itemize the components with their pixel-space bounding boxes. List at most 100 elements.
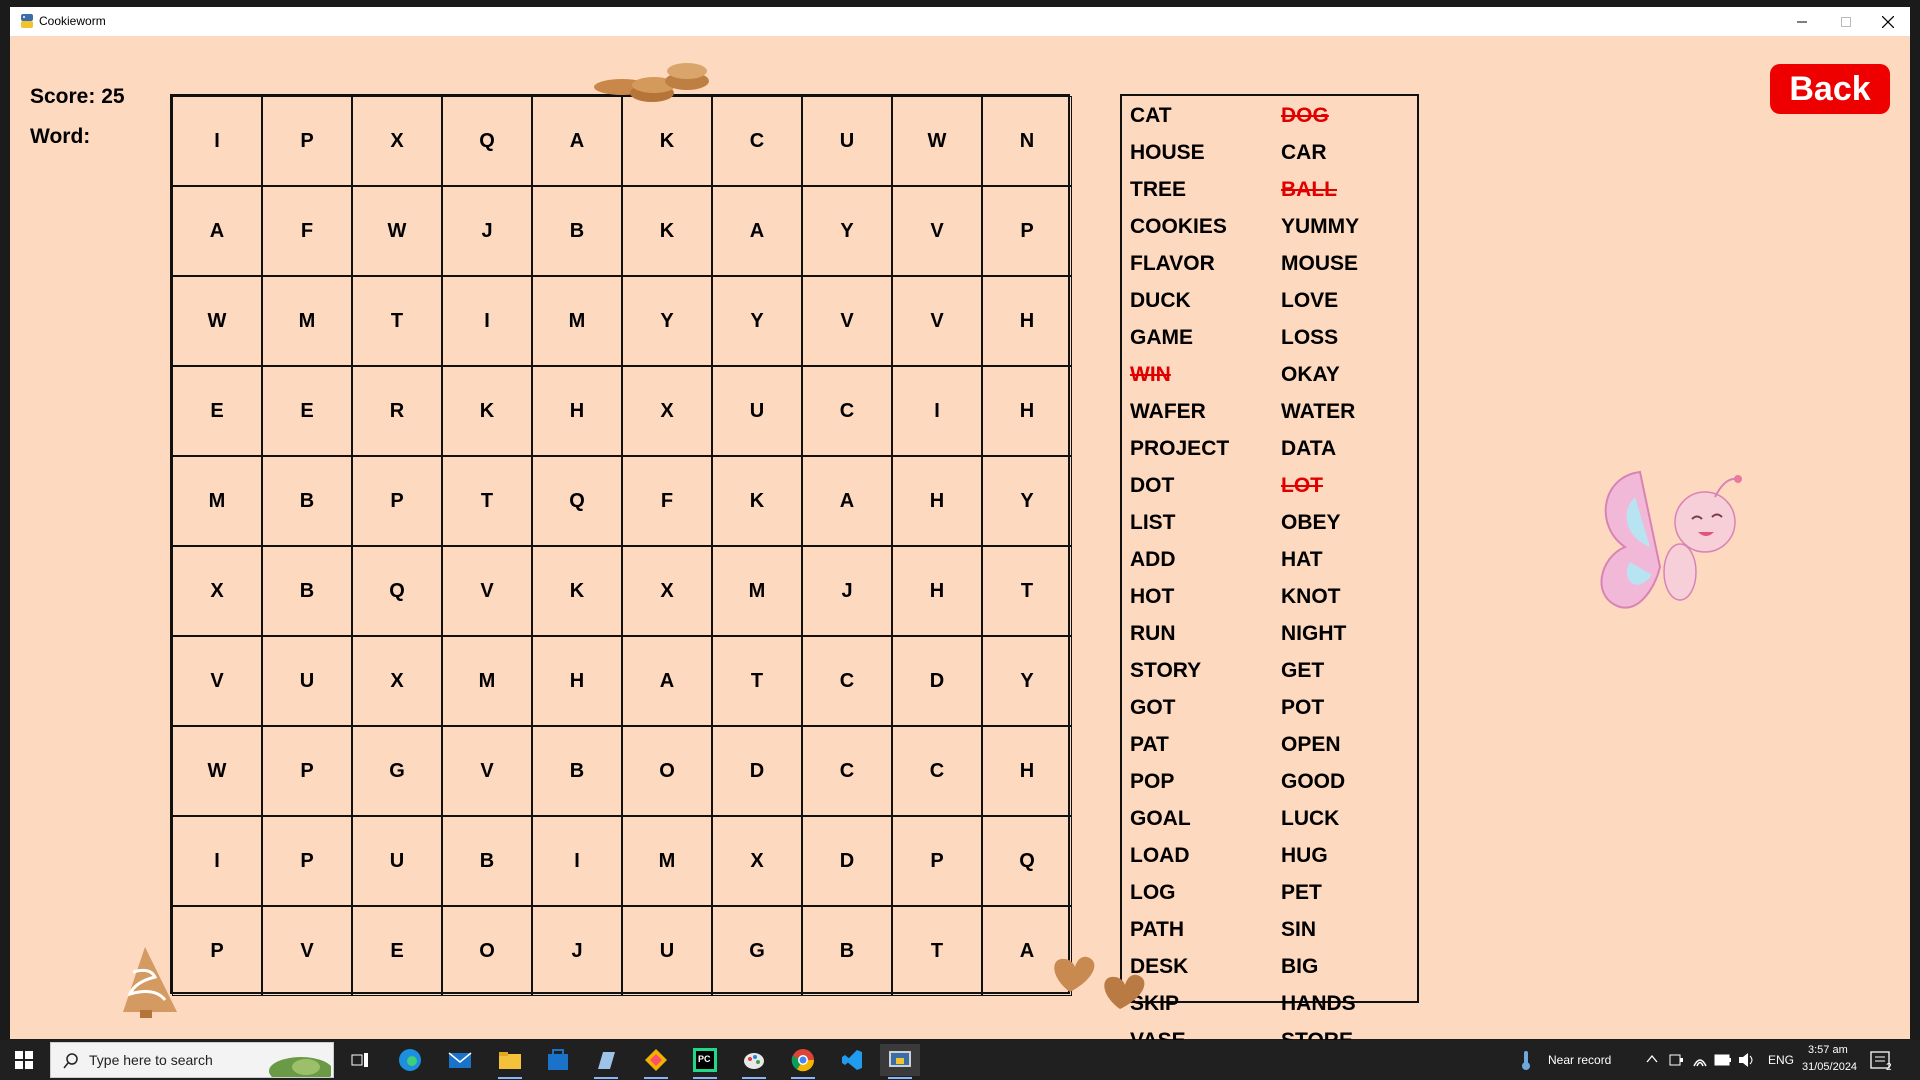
chrome-taskbar-button[interactable] xyxy=(783,1044,823,1079)
grid-cell[interactable]: I xyxy=(532,816,622,906)
grid-cell[interactable]: X xyxy=(622,546,712,636)
meet-now-icon[interactable] xyxy=(1668,1052,1684,1068)
grid-cell[interactable]: X xyxy=(352,96,442,186)
wifi-icon[interactable] xyxy=(1692,1052,1708,1068)
task-view-button[interactable] xyxy=(340,1044,380,1076)
grid-cell[interactable]: H xyxy=(982,276,1072,366)
grid-cell[interactable]: P xyxy=(262,816,352,906)
grid-cell[interactable]: T xyxy=(712,636,802,726)
grid-cell[interactable]: E xyxy=(262,366,352,456)
grid-cell[interactable]: B xyxy=(442,816,532,906)
grid-cell[interactable]: V xyxy=(892,186,982,276)
weather-text[interactable]: Near record xyxy=(1548,1053,1611,1067)
grid-cell[interactable]: Y xyxy=(982,636,1072,726)
grid-cell[interactable]: U xyxy=(802,96,892,186)
grid-cell[interactable]: P xyxy=(352,456,442,546)
grid-cell[interactable]: A xyxy=(172,186,262,276)
grid-cell[interactable]: J xyxy=(442,186,532,276)
grid-cell[interactable]: I xyxy=(172,816,262,906)
grid-cell[interactable]: C xyxy=(802,636,892,726)
chevron-up-icon[interactable] xyxy=(1646,1054,1658,1064)
grid-cell[interactable]: M xyxy=(622,816,712,906)
grid-cell[interactable]: C xyxy=(892,726,982,816)
grid-cell[interactable]: U xyxy=(712,366,802,456)
python-game-taskbar-button[interactable] xyxy=(880,1044,920,1079)
grid-cell[interactable]: U xyxy=(352,816,442,906)
paint-taskbar-button[interactable] xyxy=(734,1044,774,1079)
grid-cell[interactable]: B xyxy=(532,186,622,276)
edge-taskbar-button[interactable] xyxy=(390,1044,430,1076)
grid-cell[interactable]: W xyxy=(172,726,262,816)
input-language[interactable]: ENG xyxy=(1768,1053,1794,1067)
grid-cell[interactable]: J xyxy=(802,546,892,636)
grid-cell[interactable]: M xyxy=(172,456,262,546)
speaker-icon[interactable] xyxy=(1738,1052,1756,1068)
grid-cell[interactable]: X xyxy=(172,546,262,636)
file-explorer-taskbar-button[interactable] xyxy=(490,1044,530,1079)
grid-cell[interactable]: X xyxy=(712,816,802,906)
grid-cell[interactable]: E xyxy=(172,366,262,456)
grid-cell[interactable]: B xyxy=(802,906,892,996)
grid-cell[interactable]: P xyxy=(262,726,352,816)
grid-cell[interactable]: T xyxy=(892,906,982,996)
grid-cell[interactable]: H xyxy=(892,546,982,636)
grid-cell[interactable]: P xyxy=(892,816,982,906)
grid-cell[interactable]: V xyxy=(442,726,532,816)
grid-cell[interactable]: K xyxy=(622,186,712,276)
grid-cell[interactable]: K xyxy=(442,366,532,456)
back-button[interactable]: Back xyxy=(1770,64,1890,114)
grid-cell[interactable]: H xyxy=(982,366,1072,456)
grid-cell[interactable]: R xyxy=(352,366,442,456)
mail-taskbar-button[interactable] xyxy=(440,1044,480,1076)
grid-cell[interactable]: U xyxy=(262,636,352,726)
start-button[interactable] xyxy=(0,1040,48,1080)
grid-cell[interactable]: H xyxy=(982,726,1072,816)
grid-cell[interactable]: P xyxy=(262,96,352,186)
grid-cell[interactable]: G xyxy=(712,906,802,996)
grid-cell[interactable]: O xyxy=(442,906,532,996)
grid-cell[interactable]: Y xyxy=(622,276,712,366)
grid-cell[interactable]: M xyxy=(262,276,352,366)
grid-cell[interactable]: W xyxy=(172,276,262,366)
taskbar-search-box[interactable]: Type here to search xyxy=(50,1042,334,1078)
grid-cell[interactable]: X xyxy=(352,636,442,726)
grid-cell[interactable]: P xyxy=(982,186,1072,276)
grid-cell[interactable]: K xyxy=(712,456,802,546)
app-taskbar-button-1[interactable] xyxy=(586,1044,626,1079)
grid-cell[interactable]: K xyxy=(622,96,712,186)
grid-cell[interactable]: B xyxy=(262,456,352,546)
grid-cell[interactable]: T xyxy=(442,456,532,546)
grid-cell[interactable]: V xyxy=(802,276,892,366)
grid-cell[interactable]: D xyxy=(712,726,802,816)
clock-time[interactable]: 3:57 am xyxy=(1808,1044,1848,1056)
grid-cell[interactable]: C xyxy=(712,96,802,186)
grid-cell[interactable]: N xyxy=(982,96,1072,186)
grid-cell[interactable]: I xyxy=(442,276,532,366)
grid-cell[interactable]: V xyxy=(442,546,532,636)
grid-cell[interactable]: Y xyxy=(982,456,1072,546)
clock-date[interactable]: 31/05/2024 xyxy=(1802,1061,1857,1073)
grid-cell[interactable]: A xyxy=(622,636,712,726)
grid-cell[interactable]: Q xyxy=(352,546,442,636)
grid-cell[interactable]: Y xyxy=(712,276,802,366)
vscode-taskbar-button[interactable] xyxy=(832,1044,872,1076)
grid-cell[interactable]: H xyxy=(532,636,622,726)
grid-cell[interactable]: K xyxy=(532,546,622,636)
grid-cell[interactable]: D xyxy=(892,636,982,726)
grid-cell[interactable]: F xyxy=(622,456,712,546)
grid-cell[interactable]: M xyxy=(712,546,802,636)
maximize-button[interactable] xyxy=(1823,7,1869,36)
grid-cell[interactable]: C xyxy=(802,366,892,456)
grid-cell[interactable]: T xyxy=(982,546,1072,636)
grid-cell[interactable]: C xyxy=(802,726,892,816)
store-taskbar-button[interactable] xyxy=(538,1044,578,1076)
grid-cell[interactable]: H xyxy=(532,366,622,456)
grid-cell[interactable]: V xyxy=(262,906,352,996)
grid-cell[interactable]: Q xyxy=(442,96,532,186)
grid-cell[interactable]: P xyxy=(172,906,262,996)
grid-cell[interactable]: I xyxy=(172,96,262,186)
battery-icon[interactable] xyxy=(1714,1053,1732,1067)
grid-cell[interactable]: A xyxy=(802,456,892,546)
grid-cell[interactable]: I xyxy=(892,366,982,456)
grid-cell[interactable]: A xyxy=(712,186,802,276)
